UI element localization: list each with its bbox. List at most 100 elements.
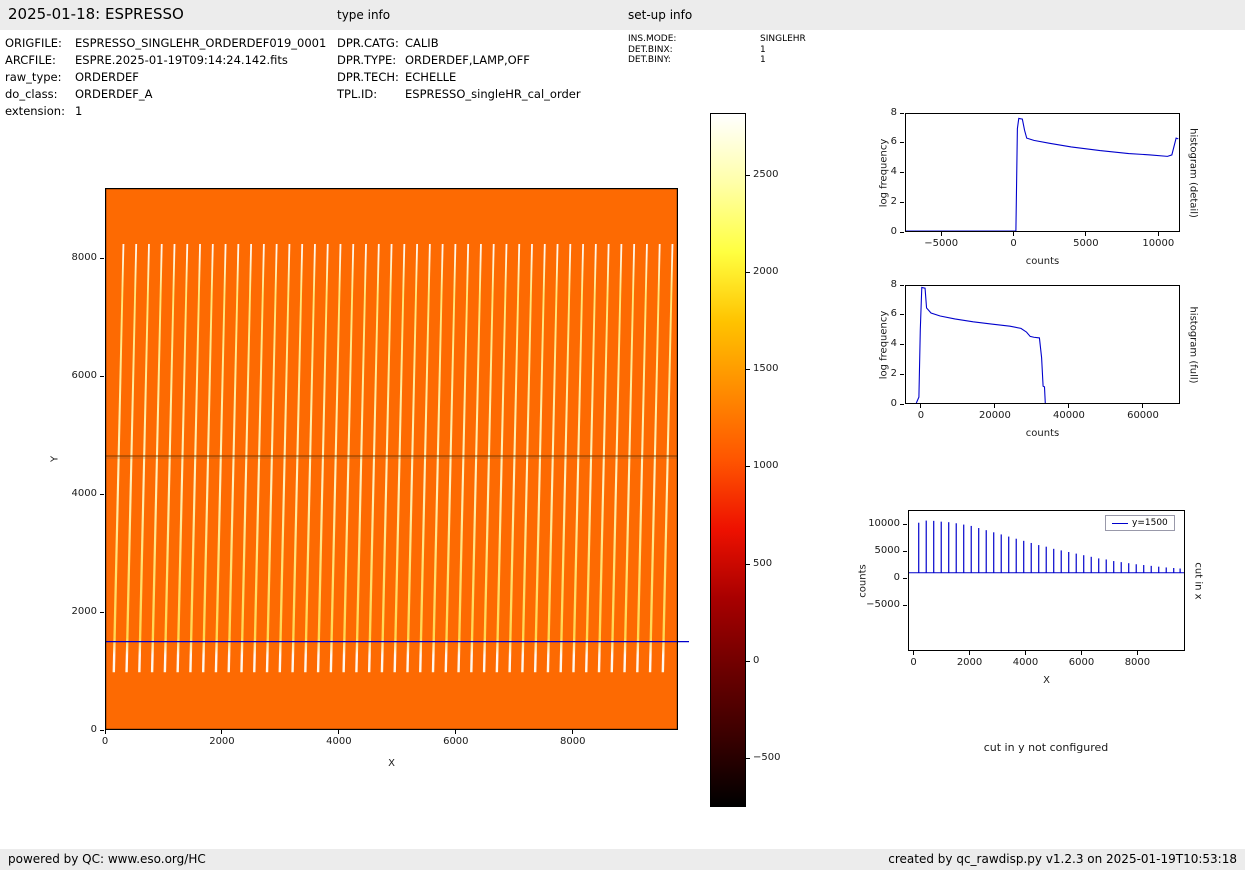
histogram-detail-x-tick bbox=[1085, 232, 1087, 236]
file-info-row: ARCFILE: ESPRE.2025-01-19T09:14:24.142.fi… bbox=[5, 53, 288, 67]
raw-image-x-tick bbox=[455, 730, 457, 734]
info-label: do_class: bbox=[5, 87, 58, 101]
cut-in-x-xlabel: X bbox=[1043, 675, 1050, 686]
cut-in-x-x-tick bbox=[1080, 651, 1082, 655]
histogram-full-y-tick-label: 0 bbox=[890, 397, 897, 409]
histogram-full-right-label: histogram (full) bbox=[1187, 305, 1199, 384]
cut-in-x-x-tick bbox=[969, 651, 971, 655]
histogram-detail-y-tick-label: 8 bbox=[890, 106, 897, 118]
cut-in-x-x-tick bbox=[1025, 651, 1026, 655]
colorbar-tick-label: 0 bbox=[753, 654, 760, 666]
histogram-detail-y-tick bbox=[900, 172, 904, 173]
info-label: ARCFILE: bbox=[5, 53, 56, 67]
histogram-detail-ylabel: log frequency bbox=[878, 138, 890, 207]
histogram-detail-y-tick bbox=[900, 231, 904, 233]
histogram-detail-x-tick bbox=[1013, 232, 1015, 236]
cut-in-x-plot bbox=[908, 510, 1185, 651]
histogram-full-x-tick-label: 0 bbox=[917, 410, 925, 421]
histogram-full-y-tick bbox=[900, 373, 904, 375]
info-value: ORDERDEF bbox=[75, 70, 139, 84]
raw-image-y-tick bbox=[100, 258, 104, 260]
histogram-detail-xlabel: counts bbox=[1025, 256, 1060, 267]
raw-image-y-tick-label: 4000 bbox=[71, 487, 97, 499]
histogram-full-y-tick-label: 8 bbox=[890, 278, 897, 290]
cut-in-x-y-tick bbox=[903, 523, 907, 525]
cut-in-x-x-tick bbox=[1136, 651, 1138, 655]
qc-report-page: 2025-01-18: ESPRESSO type info set-up in… bbox=[0, 0, 1245, 870]
histogram-full-x-tick-label: 20000 bbox=[979, 410, 1011, 421]
cut-in-y-note: cut in y not configured bbox=[983, 741, 1109, 754]
histogram-full-x-tick-label: 60000 bbox=[1127, 410, 1159, 421]
type-info-row: DPR.TYPE: ORDERDEF,LAMP,OFF bbox=[337, 53, 530, 67]
info-value: 1 bbox=[760, 55, 766, 65]
cut-in-x-y-tick bbox=[903, 604, 907, 606]
cut-in-x-legend: y=1500 bbox=[1105, 515, 1175, 531]
raw-image-x-tick-label: 4000 bbox=[326, 736, 352, 747]
info-value: ESPRESSO_singleHR_cal_order bbox=[405, 87, 581, 101]
histogram-full-y-tick bbox=[900, 284, 904, 286]
info-label: DET.BINY: bbox=[628, 55, 671, 65]
footer-right-text: created by qc_rawdisp.py v1.2.3 on 2025-… bbox=[888, 852, 1237, 866]
cut-in-x-right-label: cut in x bbox=[1192, 561, 1204, 600]
info-value: ORDERDEF_A bbox=[75, 87, 153, 101]
histogram-full-x-tick bbox=[1068, 404, 1070, 408]
cut-in-x-x-tick bbox=[913, 651, 915, 655]
info-label: DPR.TECH: bbox=[337, 70, 399, 84]
cut-in-x-y-tick-label: 5000 bbox=[874, 544, 900, 556]
histogram-full-y-tick bbox=[900, 403, 904, 405]
raw-image-y-tick bbox=[100, 729, 104, 731]
info-label: TPL.ID: bbox=[337, 87, 378, 101]
raw-image-y-tick bbox=[100, 493, 104, 495]
info-value: ESPRE.2025-01-19T09:14:24.142.fits bbox=[75, 53, 288, 67]
footer-left-text: powered by QC: www.eso.org/HC bbox=[8, 852, 206, 866]
file-info-row: extension: 1 bbox=[5, 104, 82, 118]
histogram-full-x-tick bbox=[994, 404, 996, 408]
histogram-full-ylabel: log frequency bbox=[878, 310, 890, 379]
legend-label: y=1500 bbox=[1132, 518, 1168, 528]
histogram-detail-curve bbox=[906, 117, 1179, 232]
info-value: SINGLEHR bbox=[760, 34, 806, 44]
colorbar bbox=[710, 113, 746, 807]
raw-image-x-tick bbox=[572, 730, 574, 734]
colorbar-tick bbox=[746, 563, 750, 565]
type-info-heading: type info bbox=[337, 8, 391, 22]
cut-in-x-ylabel: counts bbox=[857, 563, 869, 598]
type-info-row: DPR.TECH: ECHELLE bbox=[337, 70, 456, 84]
cut-in-x-y-tick bbox=[903, 550, 907, 552]
histogram-full-y-tick bbox=[900, 314, 904, 316]
info-value: 1 bbox=[760, 44, 766, 55]
histogram-detail-y-tick bbox=[900, 112, 904, 114]
histogram-detail-x-tick-label: 10000 bbox=[1142, 238, 1175, 249]
raw-image-x-tick-label: 2000 bbox=[209, 736, 235, 747]
info-label: DET.BINX: bbox=[628, 44, 673, 55]
cut-in-x-y-tick bbox=[903, 577, 907, 579]
raw-image-y-tick-label: 6000 bbox=[71, 370, 97, 382]
info-value: ESPRESSO_SINGLEHR_ORDERDEF019_0001 bbox=[75, 36, 327, 50]
histogram-full-x-tick-label: 40000 bbox=[1053, 410, 1085, 421]
colorbar-tick-label: 2000 bbox=[753, 265, 779, 277]
cut-in-x-y-tick-label: 10000 bbox=[868, 517, 900, 529]
cut-in-x-canvas bbox=[909, 520, 1184, 574]
histogram-detail-right-label: histogram (detail) bbox=[1187, 127, 1199, 218]
header-bar: 2025-01-18: ESPRESSO type info set-up in… bbox=[0, 0, 1245, 30]
file-info-row: ORIGFILE: ESPRESSO_SINGLEHR_ORDERDEF019_0… bbox=[5, 36, 326, 50]
type-info-row: DPR.CATG: CALIB bbox=[337, 36, 439, 50]
raw-image-x-tick bbox=[338, 730, 340, 734]
info-label: DPR.TYPE: bbox=[337, 53, 397, 67]
raw-image-xlabel: X bbox=[388, 758, 395, 769]
histogram-full-xlabel: counts bbox=[1025, 428, 1060, 439]
setup-info-row: DET.BINX: 1 bbox=[628, 45, 766, 55]
raw-image-y-tick-label: 2000 bbox=[71, 605, 97, 617]
colorbar-tick-label: 1000 bbox=[753, 460, 779, 472]
raw-image-x-tick-label: 0 bbox=[101, 736, 109, 747]
histogram-full-y-tick bbox=[900, 344, 904, 345]
info-label: extension: bbox=[5, 104, 65, 118]
raw-image-y-tick-label: 0 bbox=[90, 723, 97, 735]
raw-image-x-tick bbox=[104, 730, 106, 734]
histogram-detail-x-tick bbox=[940, 232, 942, 236]
raw-image-y-tick-label: 8000 bbox=[71, 252, 97, 264]
raw-image-x-tick bbox=[221, 730, 223, 734]
histogram-full-plot bbox=[905, 285, 1180, 404]
cut-in-x-x-tick-label: 8000 bbox=[1124, 657, 1151, 668]
setup-info-heading: set-up info bbox=[628, 8, 693, 22]
